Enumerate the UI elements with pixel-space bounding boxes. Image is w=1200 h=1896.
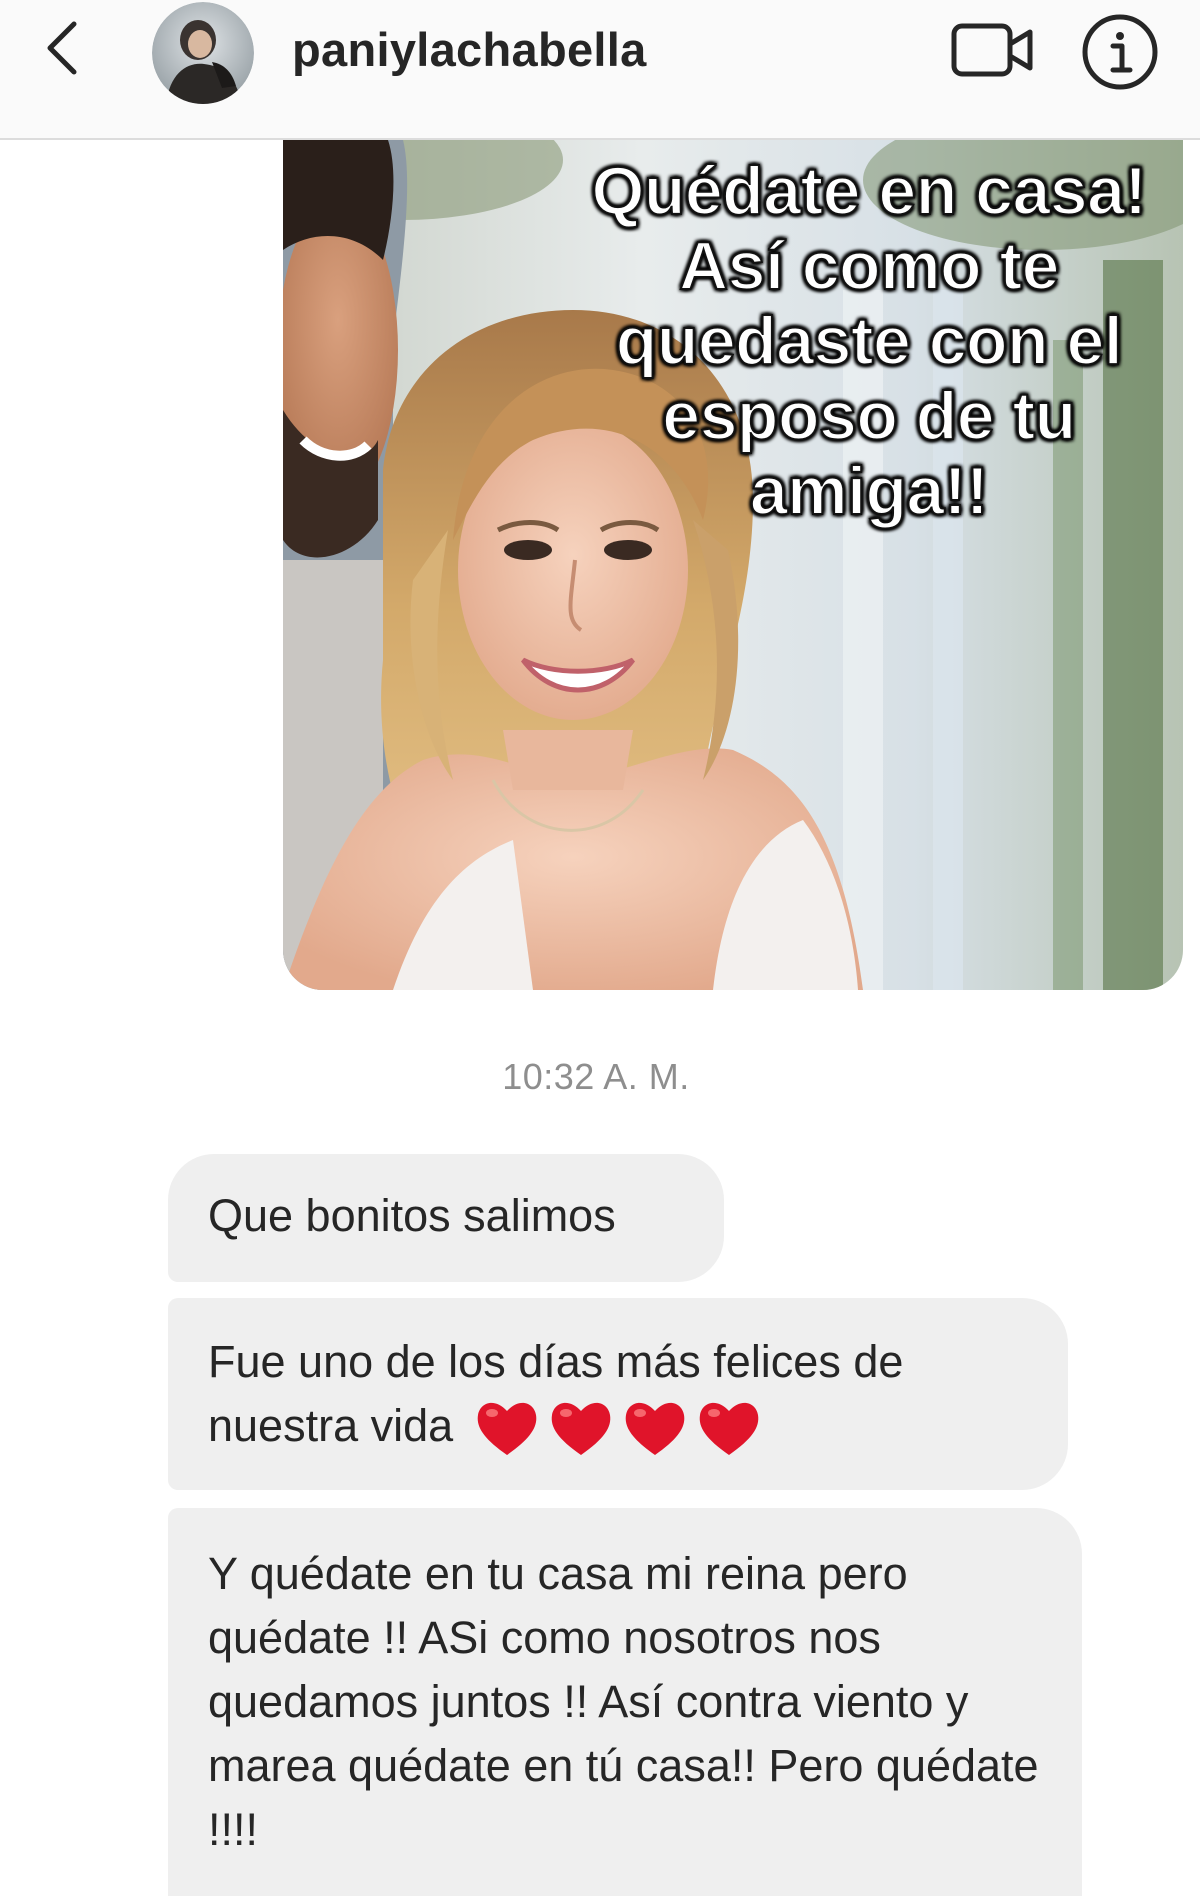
message-text: Y quédate en tu casa mi reina pero quéda… [208, 1548, 1039, 1855]
info-button[interactable] [1080, 12, 1160, 92]
avatar[interactable] [152, 2, 254, 104]
video-call-button[interactable] [950, 18, 1036, 82]
heart-icon [551, 1402, 610, 1455]
message-bubble[interactable]: Y quédate en tu casa mi reina pero quéda… [168, 1508, 1082, 1896]
chat-header: paniylachabella [0, 0, 1200, 140]
image-message[interactable]: Quédate en casa! Así como te quedaste co… [283, 140, 1183, 990]
message-bubble[interactable]: Que bonitos salimos [168, 1154, 724, 1282]
back-button[interactable] [38, 18, 88, 78]
direct-message-screen: paniylachabella Quédate en casa! Así com… [0, 0, 1200, 1896]
heart-icon [699, 1402, 758, 1455]
message-text: Que bonitos salimos [208, 1190, 616, 1241]
heart-icon [477, 1402, 536, 1455]
username[interactable]: paniylachabella [292, 22, 647, 77]
video-camera-icon [951, 23, 1033, 77]
message-timestamp: 10:32 A. M. [502, 1056, 690, 1097]
meme-caption: Quédate en casa! Así como te quedaste co… [590, 153, 1148, 530]
info-icon [1082, 14, 1158, 90]
chevron-left-icon [47, 21, 77, 75]
message-bubble[interactable]: Fue uno de los días más felices de nuest… [168, 1298, 1068, 1490]
heart-icon [625, 1402, 684, 1455]
heart-emoji-group [474, 1397, 770, 1462]
